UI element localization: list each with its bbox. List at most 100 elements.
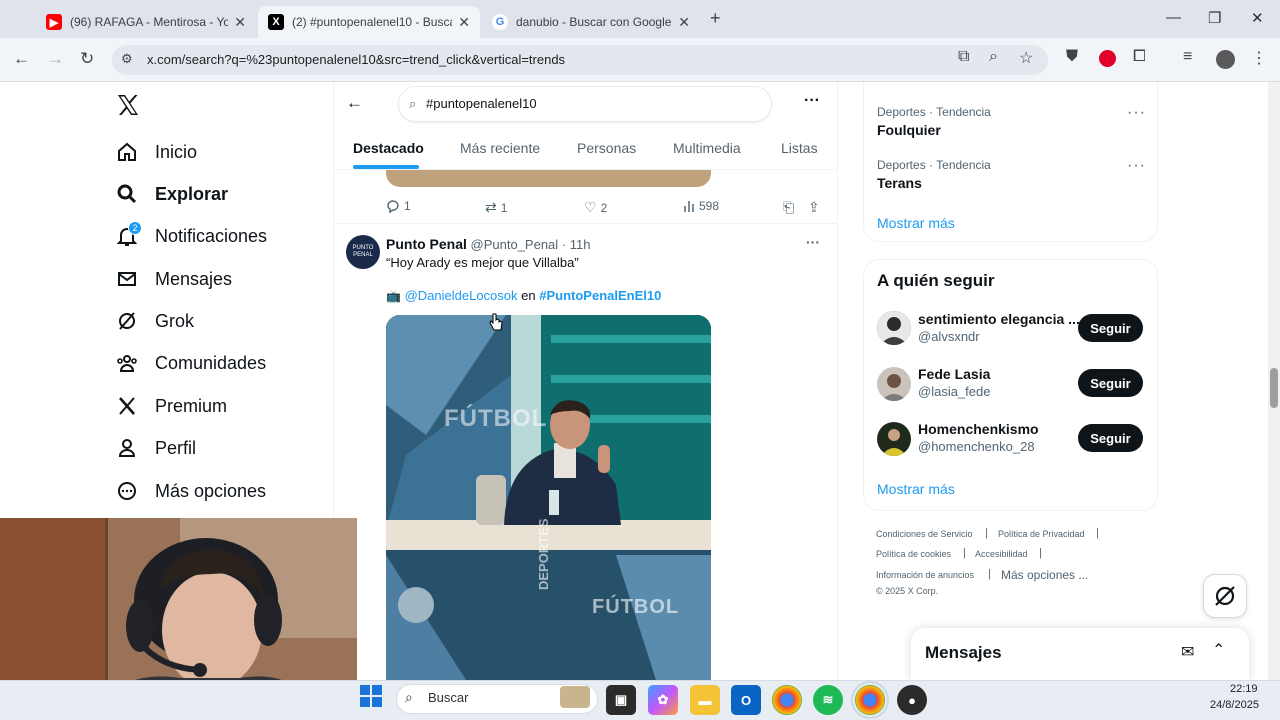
footer-link[interactable]: Condiciones de Servicio (876, 529, 973, 539)
nav-explore[interactable]: Explorar (116, 183, 228, 205)
suggested-user-handle[interactable]: @homenchenko_28 (918, 439, 1035, 454)
browser-tab-youtube[interactable]: ▶ (96) RAFAGA - Mentirosa - YouTube ✕ (36, 6, 256, 38)
nav-premium[interactable]: Premium (116, 395, 227, 417)
minimize-icon[interactable]: — (1166, 9, 1181, 26)
follow-button[interactable]: Seguir (1078, 369, 1143, 397)
browser-tab-x-search[interactable]: X (2) #puntopenalenel10 - Buscar / X ✕ (258, 6, 480, 38)
copilot-icon[interactable]: ✿ (648, 685, 678, 715)
footer-link[interactable]: Política de cookies (876, 549, 951, 559)
suggested-user-handle[interactable]: @lasia_fede (918, 384, 990, 399)
author-avatar[interactable]: PUNTO PENAL (346, 235, 380, 269)
nav-label: Comunidades (155, 352, 267, 373)
tab-people[interactable]: Personas (577, 140, 636, 156)
scrollbar-thumb[interactable] (1270, 368, 1278, 408)
install-app-icon[interactable]: ⧉ (958, 48, 969, 66)
back-icon[interactable]: ← (13, 49, 30, 69)
avatar[interactable] (877, 311, 911, 345)
chrome-active-icon[interactable] (851, 681, 889, 719)
taskbar-search-placeholder[interactable]: Buscar (428, 690, 468, 705)
browser-menu-icon[interactable]: ⋮ (1251, 48, 1267, 68)
task-view-icon[interactable]: ▣ (606, 685, 636, 715)
author-name[interactable]: Punto Penal (386, 236, 467, 252)
media-control-icon[interactable]: ≡ (1183, 48, 1192, 66)
opera-extension-icon[interactable] (1099, 50, 1116, 67)
footer-link[interactable]: Información de anuncios (876, 570, 974, 580)
suggested-user-name[interactable]: Homenchenkismo (918, 421, 1039, 437)
prev-tweet-media[interactable] (386, 170, 711, 187)
suggested-user-name[interactable]: Fede Lasia (918, 366, 990, 382)
shield-extension-icon[interactable]: ⛊ (1066, 48, 1078, 66)
hand-cursor-icon (489, 313, 503, 331)
tab-latest[interactable]: Más reciente (460, 140, 540, 156)
chrome-icon[interactable] (772, 685, 802, 715)
youtube-icon: ▶ (46, 14, 62, 30)
suggested-user-handle[interactable]: @alvsxndr (918, 329, 980, 344)
nav-communities[interactable]: Comunidades (116, 352, 266, 374)
file-explorer-icon[interactable]: ▬ (690, 685, 720, 715)
nav-profile[interactable]: Perfil (116, 437, 196, 459)
reload-icon[interactable]: ↻ (80, 49, 94, 69)
bookmark-star-icon[interactable]: ☆ (1019, 48, 1033, 68)
close-tab-icon[interactable]: ✕ (234, 14, 246, 31)
restore-icon[interactable]: ❐ (1208, 9, 1221, 27)
reply-button[interactable]: 1 (386, 199, 411, 213)
views-button[interactable]: 598 (683, 199, 719, 213)
trend-more-icon[interactable]: ··· (1127, 104, 1146, 122)
footer-link[interactable]: Política de Privacidad (998, 529, 1085, 539)
avatar[interactable] (877, 367, 911, 401)
trend-name[interactable]: Terans (877, 175, 922, 191)
tab-lists[interactable]: Listas (781, 140, 818, 156)
browser-tab-google[interactable]: G danubio - Buscar con Google ✕ (482, 6, 700, 38)
close-tab-icon[interactable]: ✕ (458, 14, 470, 31)
tab-featured[interactable]: Destacado (353, 140, 424, 156)
new-tab-icon[interactable]: + (710, 8, 721, 29)
windows-start-icon[interactable] (360, 685, 382, 707)
site-info-icon[interactable]: ⚙ (121, 51, 133, 67)
nav-more[interactable]: Más opciones (116, 480, 266, 502)
footer-more-link[interactable]: Más opciones ... (1001, 568, 1088, 582)
like-button[interactable]: ♡ 2 (584, 199, 607, 216)
clock-time[interactable]: 22:19 (1230, 683, 1258, 695)
tweet-time[interactable]: 11h (570, 237, 591, 252)
show-more-trends-link[interactable]: Mostrar más (877, 215, 955, 231)
tweet-media[interactable]: FÚTBOL FÚTBOL DEPORTES (386, 315, 711, 680)
nav-grok[interactable]: Grok (116, 310, 194, 332)
new-message-icon[interactable]: ✉ (1181, 642, 1194, 662)
app-icon[interactable]: ● (897, 685, 927, 715)
url-text[interactable]: x.com/search?q=%23puntopenalenel10&src=t… (147, 52, 565, 67)
hashtag-link[interactable]: #PuntoPenalEnEl10 (539, 288, 661, 303)
trend-more-icon[interactable]: ··· (1127, 157, 1146, 175)
trend-name[interactable]: Foulquier (877, 122, 941, 138)
nav-messages[interactable]: Mensajes (116, 268, 232, 290)
back-arrow-icon[interactable]: ← (346, 93, 363, 113)
zoom-icon[interactable]: ⌕ (989, 48, 998, 66)
tab-media[interactable]: Multimedia (673, 140, 741, 156)
share-icon[interactable]: ⇪ (808, 199, 820, 216)
nav-home[interactable]: Inicio (116, 141, 197, 163)
bookmark-icon[interactable]: ⎗ (783, 199, 794, 216)
mention-link[interactable]: @DanieldeLocosok (405, 288, 518, 303)
outlook-icon[interactable]: O (731, 685, 761, 715)
forward-icon[interactable]: → (47, 49, 64, 69)
x-logo-icon[interactable] (116, 94, 140, 116)
follow-button[interactable]: Seguir (1078, 424, 1143, 452)
spotify-icon[interactable]: ≋ (813, 685, 843, 715)
extensions-icon[interactable]: ⧠ (1133, 48, 1146, 66)
expand-up-icon[interactable]: ⌃ (1212, 640, 1225, 660)
profile-avatar[interactable] (1216, 50, 1235, 69)
avatar[interactable] (877, 422, 911, 456)
suggested-user-name[interactable]: sentimiento elegancia ... (918, 311, 1080, 327)
close-tab-icon[interactable]: ✕ (678, 14, 690, 31)
clock-date[interactable]: 24/8/2025 (1210, 699, 1259, 711)
follow-button[interactable]: Seguir (1078, 314, 1143, 342)
search-options-icon[interactable]: ··· (804, 92, 820, 110)
footer-link[interactable]: Accesibilidad (975, 549, 1028, 559)
tweet-more-icon[interactable]: ··· (806, 234, 820, 250)
show-more-follow-link[interactable]: Mostrar más (877, 481, 955, 497)
close-window-icon[interactable]: ✕ (1251, 9, 1264, 27)
repost-button[interactable]: ⇄ 1 (485, 199, 507, 216)
grok-floating-button[interactable] (1203, 574, 1247, 618)
like-count: 2 (600, 200, 608, 215)
author-handle[interactable]: @Punto_Penal (471, 237, 559, 252)
search-query[interactable]: #puntopenalenel10 (426, 96, 537, 111)
